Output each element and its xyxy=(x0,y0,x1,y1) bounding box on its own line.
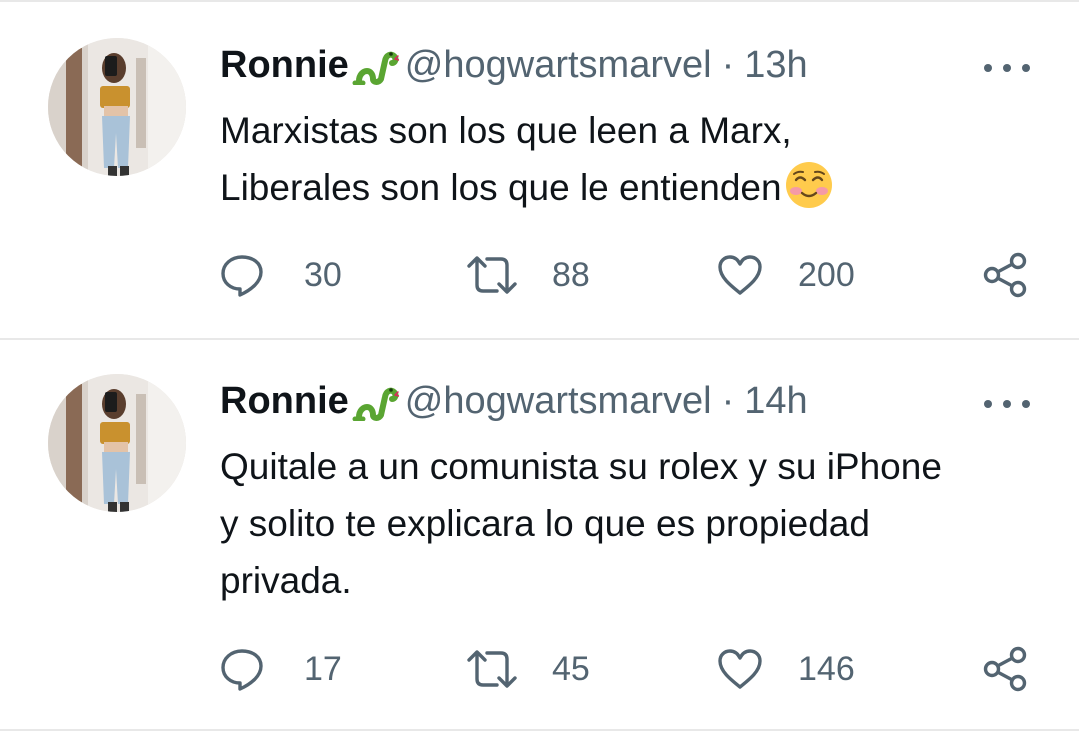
timestamp[interactable]: 13h xyxy=(744,44,807,87)
tweet-text-line: y solito te explicara lo que es propieda… xyxy=(220,503,870,544)
tweet-text: Marxistas son los que leen a Marx, Liber… xyxy=(220,102,1050,216)
divider xyxy=(0,729,1079,731)
retweet-count: 88 xyxy=(552,255,590,294)
separator-dot: · xyxy=(721,43,735,86)
retweet-button[interactable]: 88 xyxy=(466,250,590,300)
reply-button[interactable]: 30 xyxy=(219,250,342,300)
like-count: 200 xyxy=(798,255,855,294)
avatar[interactable] xyxy=(48,38,186,176)
tweet-header: Ronnie @hogwartsmarvel · 14h xyxy=(220,376,808,426)
reply-count: 30 xyxy=(304,255,342,294)
smiling-face-with-blush-emoji-icon xyxy=(784,160,834,210)
timestamp[interactable]: 14h xyxy=(744,380,807,423)
retweet-button[interactable]: 45 xyxy=(466,644,590,694)
heart-icon xyxy=(716,646,764,692)
avatar[interactable] xyxy=(48,374,186,512)
separator-dot: · xyxy=(721,379,735,422)
tweet[interactable]: Ronnie @hogwartsmarvel · 14h Quitale a u… xyxy=(0,340,1079,728)
tweet[interactable]: Ronnie @hogwartsmarvel · 13h Marxistas s… xyxy=(0,0,1079,338)
retweet-icon xyxy=(466,646,518,692)
more-options-icon[interactable] xyxy=(984,394,1030,414)
tweet-text-line-with-emoji: Liberales son los que le entienden xyxy=(220,159,1050,216)
author-handle[interactable]: @hogwartsmarvel xyxy=(405,380,712,423)
retweet-count: 45 xyxy=(552,649,590,688)
snake-emoji-icon xyxy=(351,381,399,421)
like-button[interactable]: 200 xyxy=(716,250,855,300)
tweet-header: Ronnie @hogwartsmarvel · 13h xyxy=(220,40,808,90)
tweet-actions: 17 45 146 xyxy=(0,644,1079,694)
more-options-icon[interactable] xyxy=(984,58,1030,78)
tweet-text-line: privada. xyxy=(220,560,352,601)
share-button[interactable] xyxy=(982,644,1030,694)
reply-count: 17 xyxy=(304,649,342,688)
tweet-text: Quitale a un comunista su rolex y su iPh… xyxy=(220,438,1050,609)
heart-icon xyxy=(716,252,764,298)
share-button[interactable] xyxy=(982,250,1030,300)
tweet-text-line: Liberales son los que le entienden xyxy=(220,167,782,208)
retweet-icon xyxy=(466,252,518,298)
author-name[interactable]: Ronnie xyxy=(220,44,349,87)
author-handle[interactable]: @hogwartsmarvel xyxy=(405,44,712,87)
snake-emoji-icon xyxy=(351,45,399,85)
like-button[interactable]: 146 xyxy=(716,644,855,694)
share-icon xyxy=(982,646,1030,692)
like-count: 146 xyxy=(798,649,855,688)
reply-icon xyxy=(219,646,265,692)
reply-button[interactable]: 17 xyxy=(219,644,342,694)
tweet-actions: 30 88 200 xyxy=(0,250,1079,300)
timeline: Ronnie @hogwartsmarvel · 13h Marxistas s… xyxy=(0,0,1079,732)
author-name[interactable]: Ronnie xyxy=(220,380,349,423)
tweet-text-line: Marxistas son los que leen a Marx, xyxy=(220,110,792,151)
tweet-text-line: Quitale a un comunista su rolex y su iPh… xyxy=(220,446,942,487)
reply-icon xyxy=(219,252,265,298)
share-icon xyxy=(982,252,1030,298)
